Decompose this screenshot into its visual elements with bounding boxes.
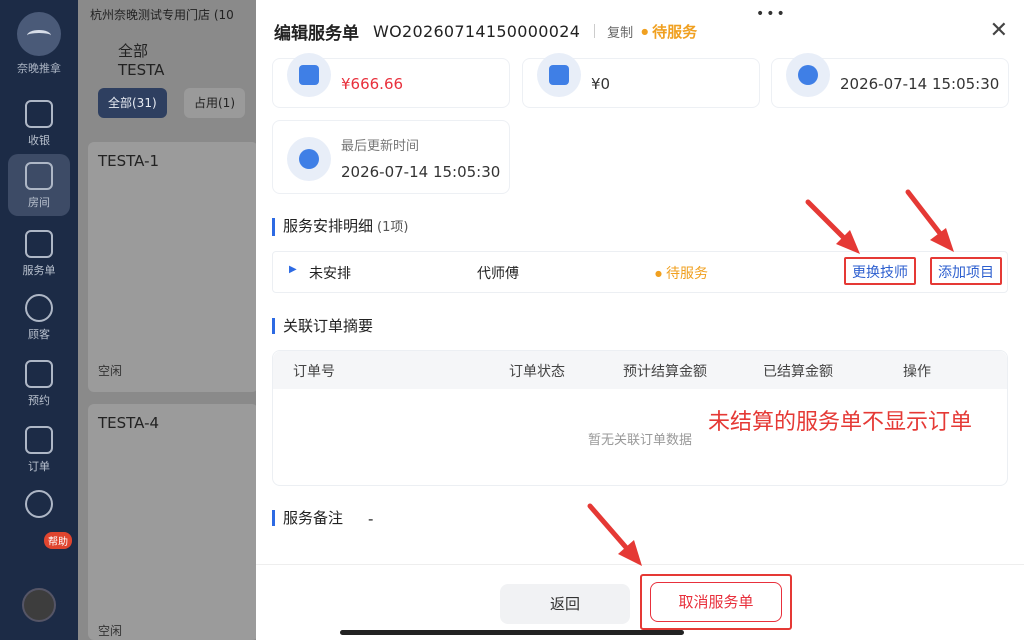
nav-label: 预约 bbox=[28, 394, 50, 407]
logo-text: 奈晚推拿 bbox=[17, 62, 61, 75]
customer-icon bbox=[25, 294, 53, 322]
filter-chip-occupied[interactable]: 占用(1) bbox=[184, 88, 245, 118]
avatar[interactable] bbox=[22, 588, 56, 622]
store-name: 杭州奈晚测试专用门店 (10 bbox=[90, 8, 234, 22]
home-icon bbox=[25, 162, 53, 190]
room-title: TESTA-1 bbox=[98, 152, 160, 170]
tab-all[interactable]: 全部 bbox=[118, 42, 148, 60]
logo-icon bbox=[17, 12, 61, 56]
room-list-background: 杭州奈晚测试专用门店 (10 全部TESTA 全部(31) 占用(1) TEST… bbox=[78, 0, 258, 640]
nav-label: 房间 bbox=[28, 196, 50, 209]
calendar-icon bbox=[25, 360, 53, 388]
room-status: 空闲 bbox=[98, 364, 123, 378]
cashier-icon bbox=[25, 100, 53, 128]
nav-item-cashier[interactable]: 收银 bbox=[0, 92, 78, 154]
nav-label: 服务单 bbox=[22, 264, 56, 277]
left-nav: 奈晚推拿 收银 房间 服务单 顾客 预约 订单 帮助 bbox=[0, 0, 78, 640]
room-card[interactable]: TESTA-4 空闲 bbox=[88, 404, 258, 640]
arrow-to-add-item-icon bbox=[905, 189, 945, 239]
nav-item-rooms[interactable]: 房间 bbox=[0, 154, 78, 216]
tab-testa[interactable]: TESTA bbox=[118, 61, 164, 79]
arrow-to-change-tech-icon bbox=[805, 199, 851, 245]
filter-chip-all[interactable]: 全部(31) bbox=[98, 88, 167, 118]
help-badge[interactable]: 帮助 bbox=[44, 532, 72, 549]
nav-label: 顾客 bbox=[28, 328, 50, 341]
annotation-arrows bbox=[587, 189, 954, 566]
nav-item-service-orders[interactable]: 服务单 bbox=[0, 222, 78, 284]
arrow-to-cancel-icon bbox=[587, 503, 633, 555]
room-tabs: 全部TESTA bbox=[118, 40, 258, 79]
nav-item-customers[interactable]: 顾客 bbox=[0, 286, 78, 348]
nav-item-orders[interactable]: 订单 bbox=[0, 418, 78, 480]
nav-item-reservations[interactable]: 预约 bbox=[0, 352, 78, 414]
nav-label: 收银 bbox=[28, 134, 50, 147]
room-status: 空闲 bbox=[98, 624, 123, 638]
order-icon bbox=[25, 426, 53, 454]
arrow-head-icon bbox=[930, 228, 954, 252]
room-title: TESTA-4 bbox=[98, 414, 160, 432]
edit-service-order-panel: ••• 编辑服务单 WO20260714150000024 复制 待服务 ✕ ¥… bbox=[256, 0, 1024, 640]
service-order-icon bbox=[25, 230, 53, 258]
room-card[interactable]: TESTA-1 空闲 bbox=[88, 142, 258, 392]
brand-logo: 奈晚推拿 bbox=[0, 8, 78, 76]
staff-icon bbox=[25, 490, 53, 518]
nav-label: 订单 bbox=[28, 460, 50, 473]
